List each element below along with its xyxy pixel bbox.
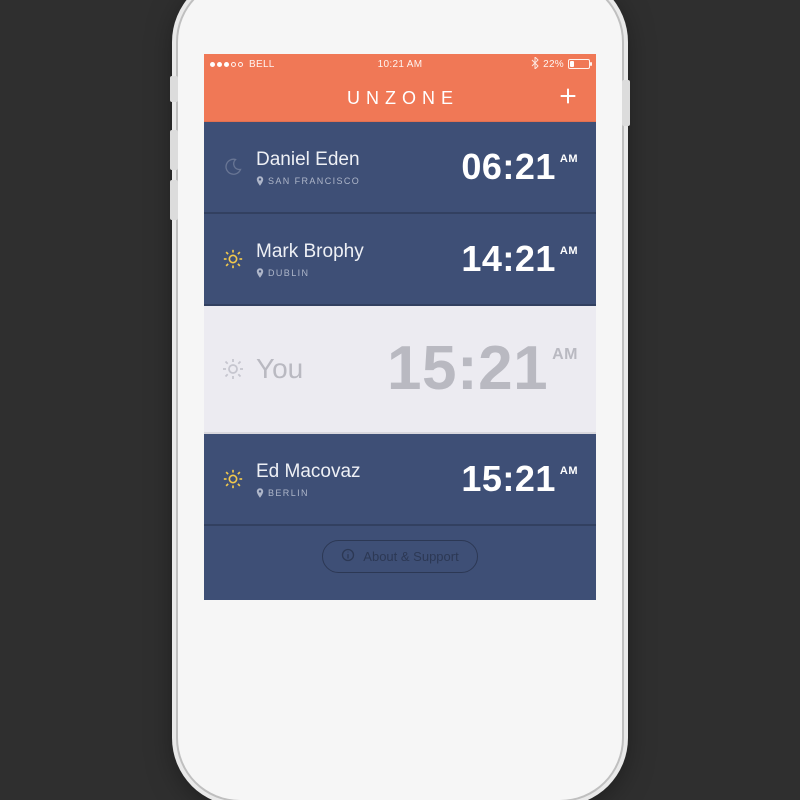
sun-icon [216, 468, 250, 490]
status-bar-left: BELL [210, 59, 378, 70]
timezone-row-mark[interactable]: Mark Brophy DUBLIN 14:21 AM [204, 214, 596, 306]
contact-time: 15:21 AM [461, 461, 578, 497]
location-text: DUBLIN [268, 268, 309, 278]
battery-icon [568, 59, 590, 69]
time-digits: 15:21 [387, 338, 548, 400]
volume-up-button [170, 130, 178, 170]
location-text: BERLIN [268, 488, 309, 498]
about-support-label: About & Support [363, 549, 458, 564]
info-icon [341, 548, 355, 565]
footer: About & Support [204, 526, 596, 586]
bluetooth-icon [531, 57, 539, 72]
time-digits: 14:21 [461, 241, 556, 277]
signal-strength-icon [210, 62, 243, 67]
power-button [622, 80, 630, 126]
app-header: UNZONE [204, 74, 596, 122]
status-bar-clock: 10:21 AM [378, 59, 423, 70]
phone-screen: BELL 10:21 AM 22% UNZONE Dan [204, 54, 596, 600]
time-ampm: AM [552, 346, 578, 364]
status-bar-right: 22% [422, 57, 590, 72]
status-bar: BELL 10:21 AM 22% [204, 54, 596, 74]
moon-icon [216, 157, 250, 177]
pin-icon [256, 268, 264, 278]
about-support-button[interactable]: About & Support [322, 540, 477, 573]
add-button[interactable] [550, 80, 586, 116]
carrier-label: BELL [249, 59, 275, 70]
contact-location: SAN FRANCISCO [256, 176, 461, 186]
timezone-row-you[interactable]: You 15:21 AM [204, 306, 596, 434]
time-ampm: AM [560, 245, 578, 257]
contact-name: Ed Macovaz [256, 461, 461, 483]
contact-location: BERLIN [256, 488, 461, 498]
contact-location: DUBLIN [256, 268, 461, 278]
contact-name: Daniel Eden [256, 149, 461, 171]
volume-down-button [170, 180, 178, 220]
time-digits: 15:21 [461, 461, 556, 497]
mute-switch [170, 76, 178, 102]
plus-icon [557, 85, 579, 112]
contact-time: 06:21 AM [461, 149, 578, 185]
sun-dim-icon [216, 357, 250, 381]
sun-icon [216, 248, 250, 270]
pin-icon [256, 176, 264, 186]
you-label: You [256, 353, 387, 385]
app-title: UNZONE [341, 88, 459, 109]
timezone-row-daniel[interactable]: Daniel Eden SAN FRANCISCO 06:21 AM [204, 122, 596, 214]
battery-percent: 22% [543, 59, 564, 70]
your-time: 15:21 AM [387, 338, 578, 400]
timezone-row-ed[interactable]: Ed Macovaz BERLIN 15:21 AM [204, 434, 596, 526]
battery-fill [570, 61, 574, 67]
location-text: SAN FRANCISCO [268, 176, 360, 186]
time-digits: 06:21 [461, 149, 556, 185]
time-ampm: AM [560, 153, 578, 165]
pin-icon [256, 488, 264, 498]
contact-name: Mark Brophy [256, 241, 461, 263]
time-ampm: AM [560, 465, 578, 477]
contact-time: 14:21 AM [461, 241, 578, 277]
